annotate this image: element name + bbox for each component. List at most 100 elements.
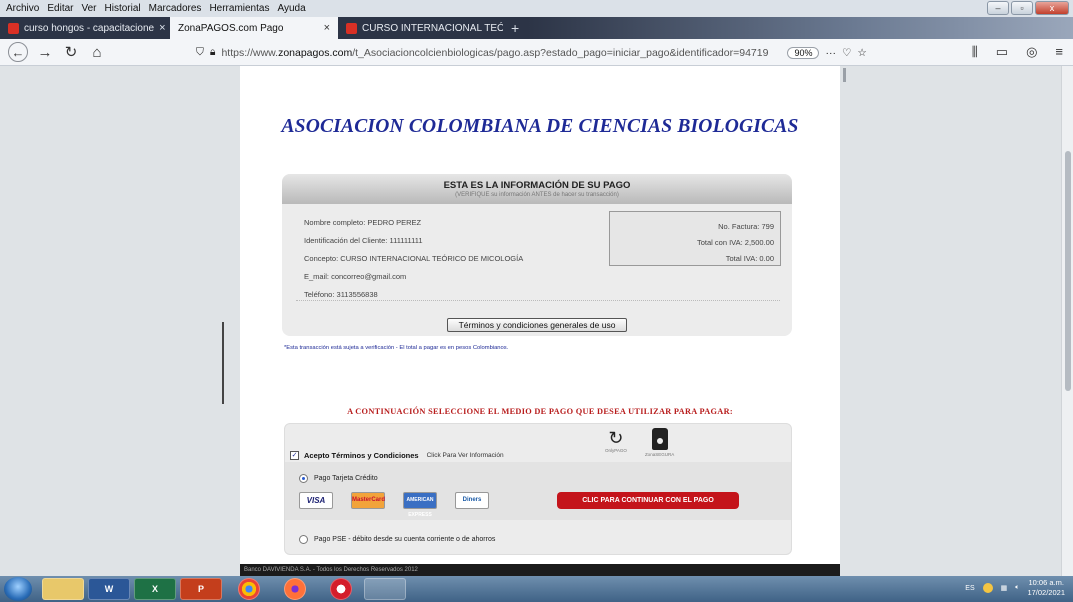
pse-label: Pago PSE - débito desde su cuenta corrie… xyxy=(314,536,496,543)
page-title: ASOCIACION COLOMBIANA DE CIENCIAS BIOLOG… xyxy=(281,116,799,137)
mastercard-logo-icon: MasterCard xyxy=(351,492,385,509)
customer-email: E_mail: concorreo@gmail.com xyxy=(304,272,407,281)
invoice-summary: No. Factura: 799 Total con IVA: 2,500.00… xyxy=(609,211,781,266)
info-header-title: ESTA ES LA INFORMACIÓN DE SU PAGO xyxy=(443,180,631,191)
tab-close-icon[interactable]: × xyxy=(159,22,165,34)
terms-button[interactable]: Términos y condiciones generales de uso xyxy=(447,318,627,332)
total-vat: Total IVA: 0.00 xyxy=(725,254,774,263)
powerpoint-taskbar-icon[interactable]: P xyxy=(180,578,222,600)
opera-taskbar-icon[interactable] xyxy=(330,578,352,600)
credit-card-section: Pago Tarjeta Crédito VISA MasterCard AME… xyxy=(285,462,791,520)
start-button[interactable] xyxy=(4,577,32,601)
menu-editar[interactable]: Editar xyxy=(47,3,73,14)
app-taskbar-icon[interactable] xyxy=(364,578,406,600)
toolbar-right: ⫼ ▭ ◎ ≡ xyxy=(972,44,1063,60)
clock-time: 10:06 a.m. xyxy=(1028,578,1064,587)
page-scrollbar[interactable] xyxy=(1061,66,1073,576)
maximize-button[interactable]: ▫ xyxy=(1011,1,1033,15)
tab-zonapagos[interactable]: ZonaPAGOS.com Pago × xyxy=(170,17,338,39)
pocket-icon[interactable]: ♡ xyxy=(842,47,851,59)
pse-radio[interactable] xyxy=(299,535,308,544)
pdf-favicon-icon xyxy=(346,22,357,34)
new-tab-button[interactable]: + xyxy=(503,17,527,39)
content-viewport: ASOCIACION COLOMBIANA DE CIENCIAS BIOLOG… xyxy=(0,66,1073,576)
customer-name: Nombre completo: PEDRO PEREZ xyxy=(304,218,422,227)
shield-icon[interactable]: ⛉ xyxy=(196,46,204,59)
reload-icon[interactable]: ↻ xyxy=(58,43,84,61)
account-icon[interactable]: ◎ xyxy=(1026,44,1037,60)
payment-info-panel: ESTA ES LA INFORMACIÓN DE SU PAGO (VERIF… xyxy=(282,174,792,336)
notification-icon[interactable] xyxy=(982,583,993,593)
tab-label: curso hongos - capacitacione xyxy=(24,22,155,34)
inner-scroll-thumb[interactable] xyxy=(843,68,846,82)
tab-bar: curso hongos - capacitacione × ZonaPAGOS… xyxy=(0,17,1073,39)
accept-terms-label: Acepto Términos y Condiciones xyxy=(304,451,419,460)
excel-taskbar-icon[interactable]: X xyxy=(134,578,176,600)
network-icon[interactable]: ▦ xyxy=(1001,584,1008,592)
customer-phone: Teléfono: 3113556838 xyxy=(304,290,378,299)
library-icon[interactable]: ⫼ xyxy=(972,44,978,60)
credit-card-radio[interactable] xyxy=(299,474,308,483)
menu-archivo[interactable]: Archivo xyxy=(6,3,39,14)
tab-close-icon[interactable]: × xyxy=(324,22,330,34)
security-badges: ↻ OnlyPAGO ZonaSEGURA xyxy=(605,428,674,457)
accept-terms-row[interactable]: ✓ Acepto Términos y Condiciones Click Pa… xyxy=(290,451,504,460)
padlock-icon xyxy=(651,428,668,450)
invoice-number: No. Factura: 799 xyxy=(718,222,774,231)
info-header-subtitle: (VERIFIQUE su información ANTES de hacer… xyxy=(455,192,619,198)
clock-date: 17/02/2021 xyxy=(1027,588,1065,597)
sidebar-icon[interactable]: ▭ xyxy=(996,44,1008,60)
tab-curso-hongos[interactable]: curso hongos - capacitacione × xyxy=(0,17,170,39)
menu-marcadores[interactable]: Marcadores xyxy=(149,3,202,14)
menu-ayuda[interactable]: Ayuda xyxy=(277,3,305,14)
minimize-button[interactable]: – xyxy=(987,1,1009,15)
explorer-taskbar-icon[interactable] xyxy=(42,578,84,600)
window-controls: – ▫ x xyxy=(987,1,1069,15)
bookmark-star-icon[interactable]: ☆ xyxy=(857,47,866,59)
chrome-taskbar-icon[interactable] xyxy=(238,578,260,600)
hamburger-menu-icon[interactable]: ≡ xyxy=(1055,44,1063,60)
accept-terms-link[interactable]: Click Para Ver Información xyxy=(427,452,504,459)
credit-card-option[interactable]: Pago Tarjeta Crédito xyxy=(299,474,378,483)
dotted-divider xyxy=(296,300,780,301)
visa-logo-icon: VISA xyxy=(299,492,333,509)
accept-terms-checkbox[interactable]: ✓ xyxy=(290,451,299,460)
menu-ver[interactable]: Ver xyxy=(81,3,96,14)
url-text: https://www.zonapagos.com/t_Asociacionco… xyxy=(221,46,769,59)
page-actions-icon[interactable]: ··· xyxy=(825,47,836,59)
card-brand-logos: VISA MasterCard AMERICAN EXPRESS Diners xyxy=(299,492,489,518)
customer-id: Identificación del Cliente: 111111111 xyxy=(304,236,423,245)
credit-card-label: Pago Tarjeta Crédito xyxy=(314,475,378,482)
zoom-level[interactable]: 90% xyxy=(787,46,820,59)
onlypago-badge: ↻ OnlyPAGO xyxy=(605,428,627,453)
system-clock[interactable]: 10:06 a.m. 17/02/2021 xyxy=(1027,578,1065,598)
continue-payment-button[interactable]: CLIC PARA CONTINUAR CON EL PAGO xyxy=(557,492,739,509)
menu-historial[interactable]: Historial xyxy=(105,3,141,14)
payment-method-panel: ↻ OnlyPAGO ZonaSEGURA ✓ Acepto Términos … xyxy=(284,423,792,555)
tab-label: ZonaPAGOS.com Pago xyxy=(178,22,284,34)
language-indicator[interactable]: ES xyxy=(965,585,974,592)
back-arrow-icon[interactable]: ← xyxy=(8,42,28,62)
decorative-side-text xyxy=(222,322,230,404)
page-footer: Banco DAVIVIENDA S.A. - Todos los Derech… xyxy=(240,564,840,576)
info-header: ESTA ES LA INFORMACIÓN DE SU PAGO (VERIF… xyxy=(282,174,792,204)
total-with-vat: Total con IVA: 2,500.00 xyxy=(697,238,774,247)
navigation-bar: ← → ↻ ⌂ ⛉ 🔒︎ https://www.zonapagos.com/t… xyxy=(0,39,1073,66)
firefox-taskbar-icon[interactable] xyxy=(284,578,306,600)
tab-bar-background xyxy=(527,17,1073,39)
scrollbar-thumb[interactable] xyxy=(1065,151,1071,391)
windows-taskbar: W X P ES ▦ 🔈︎ 10:06 a.m. 17/02/2021 xyxy=(0,576,1073,602)
word-taskbar-icon[interactable]: W xyxy=(88,578,130,600)
forward-arrow-icon[interactable]: → xyxy=(32,44,58,61)
tab-curso-internacional[interactable]: CURSO INTERNACIONAL TEÓ × xyxy=(338,17,503,39)
close-window-button[interactable]: x xyxy=(1035,1,1069,15)
address-bar[interactable]: ⛉ 🔒︎ https://www.zonapagos.com/t_Asociac… xyxy=(196,43,888,62)
refresh-cycle-icon: ↻ xyxy=(608,428,624,448)
home-icon[interactable]: ⌂ xyxy=(84,44,110,61)
pse-option[interactable]: Pago PSE - débito desde su cuenta corrie… xyxy=(299,535,495,544)
menu-herramientas[interactable]: Herramientas xyxy=(209,3,269,14)
volume-icon[interactable]: 🔈︎ xyxy=(1015,584,1019,592)
amex-logo-icon: AMERICAN EXPRESS xyxy=(403,492,437,518)
payment-page: ASOCIACION COLOMBIANA DE CIENCIAS BIOLOG… xyxy=(240,66,840,576)
lock-icon[interactable]: 🔒︎ xyxy=(210,46,216,59)
